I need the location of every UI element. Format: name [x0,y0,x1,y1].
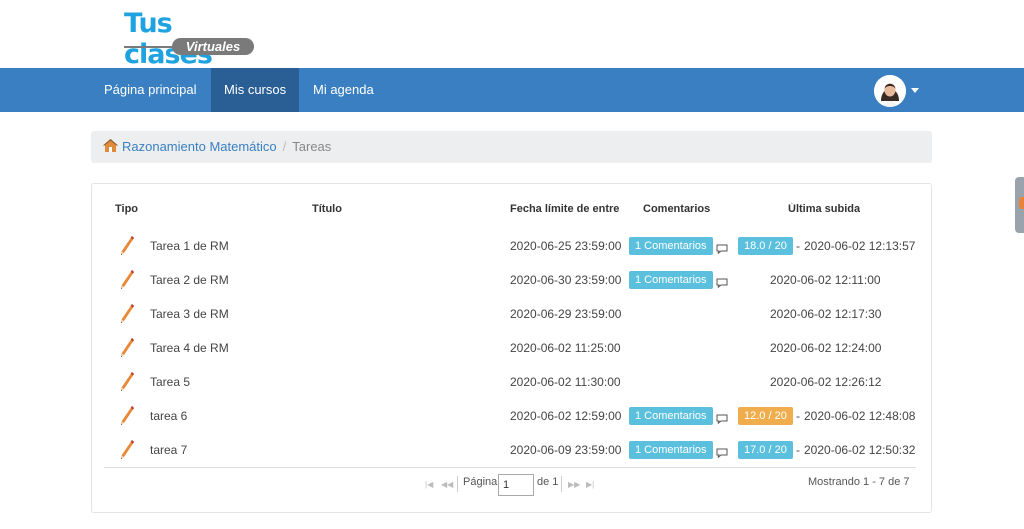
grade-separator: - [796,409,800,423]
pager-page-label: Página [463,476,498,488]
breadcrumb-course-link[interactable]: Razonamiento Matemático [122,139,277,154]
speech-bubble-icon[interactable] [716,241,728,254]
nav-item-pagina-principal[interactable]: Página principal [91,68,210,112]
home-icon[interactable] [103,132,118,164]
grade-badge: 18.0 / 20 [738,237,793,255]
logo-subtitle: Virtuales [172,38,254,55]
breadcrumb-separator: / [282,139,287,154]
pager-divider [104,467,916,468]
speech-bubble-icon[interactable] [716,411,728,424]
task-deadline: 2020-06-02 12:59:00 [510,409,622,423]
table-row[interactable]: Tarea 2 de RM 2020-06-30 23:59:00 1 Coment… [104,263,916,297]
pencil-icon [120,304,134,324]
pencil-icon [120,338,134,358]
table-row[interactable]: Tarea 3 de RM 2020-06-29 23:59:00 2020-06-… [104,297,916,331]
task-deadline: 2020-06-29 23:59:00 [510,307,622,321]
nav-item-mi-agenda[interactable]: Mi agenda [300,68,387,112]
side-panel-icon [1019,197,1024,209]
comments-badge[interactable]: 1 Comentarios [629,237,713,255]
task-title[interactable]: tarea 6 [150,409,187,423]
task-deadline: 2020-06-30 23:59:00 [510,273,622,287]
pencil-icon [120,372,134,392]
page-number-input[interactable] [498,474,534,496]
table-row[interactable]: Tarea 5 2020-06-02 11:30:00 2020-06-02 12:… [104,365,916,399]
side-panel-toggle[interactable] [1015,177,1024,233]
table-row[interactable]: tarea 6 2020-06-02 12:59:00 1 Comentarios 1… [104,399,916,433]
pencil-icon [120,236,134,256]
column-header-ultima-subida[interactable]: Última subida [788,203,860,215]
last-upload-date: 2020-06-02 12:24:00 [770,341,882,355]
column-header-comentarios[interactable]: Comentarios [643,203,710,215]
task-deadline: 2020-06-02 11:30:00 [510,375,621,389]
pager-separator [457,476,458,492]
grade-badge: 17.0 / 20 [738,441,793,459]
comments-badge[interactable]: 1 Comentarios [629,441,713,459]
column-header-tipo[interactable]: Tipo [115,203,138,215]
comments-badge[interactable]: 1 Comentarios [629,407,713,425]
avatar-image [874,75,906,107]
table-row[interactable]: Tarea 4 de RM 2020-06-02 11:25:00 2020-06-… [104,331,916,365]
column-header-fecha[interactable]: Fecha límite de entre [510,203,620,215]
pager-of-label: de 1 [537,476,559,488]
user-menu-caret-icon[interactable] [911,88,919,93]
task-title[interactable]: Tarea 2 de RM [150,273,229,287]
grade-badge: 12.0 / 20 [738,407,793,425]
task-deadline: 2020-06-25 23:59:00 [510,239,622,253]
grade-separator: - [796,239,800,253]
table-row[interactable]: tarea 7 2020-06-09 23:59:00 1 Comentarios 1… [104,433,916,467]
first-page-icon[interactable]: |◀ [425,480,433,489]
nav-item-mis-cursos[interactable]: Mis cursos [211,68,300,112]
site-logo[interactable]: Tus clases Virtuales [122,8,262,70]
last-upload-date: 2020-06-02 12:17:30 [770,307,882,321]
task-title[interactable]: Tarea 5 [150,375,190,389]
last-upload-date: 2020-06-02 12:11:00 [770,273,881,287]
table-row[interactable]: Tarea 1 de RM 2020-06-25 23:59:00 1 Coment… [104,229,916,263]
pager-showing-text: Mostrando 1 - 7 de 7 [808,476,910,488]
comments-badge[interactable]: 1 Comentarios [629,271,713,289]
breadcrumb: Razonamiento Matemático / Tareas [91,131,932,163]
next-page-icon[interactable]: ▶▶ [568,480,580,489]
task-title[interactable]: Tarea 4 de RM [150,341,229,355]
task-deadline: 2020-06-09 23:59:00 [510,443,622,457]
last-page-icon[interactable]: ▶| [586,480,594,489]
breadcrumb-current: Tareas [292,139,332,154]
speech-bubble-icon[interactable] [716,275,728,288]
task-title[interactable]: Tarea 1 de RM [150,239,229,253]
grade-separator: - [796,443,800,457]
pencil-icon [120,406,134,426]
task-title[interactable]: tarea 7 [150,443,187,457]
pencil-icon [120,270,134,290]
last-upload-date: 2020-06-02 12:26:12 [770,375,882,389]
user-avatar[interactable] [874,75,906,107]
task-deadline: 2020-06-02 11:25:00 [510,341,621,355]
last-upload-date: 2020-06-02 12:13:57 [804,239,916,253]
last-upload-date: 2020-06-02 12:50:32 [804,443,916,457]
speech-bubble-icon[interactable] [716,445,728,458]
pencil-icon [120,440,134,460]
prev-page-icon[interactable]: ◀◀ [441,480,453,489]
last-upload-date: 2020-06-02 12:48:08 [804,409,916,423]
column-header-titulo[interactable]: Título [312,203,342,215]
top-navbar: Página principal Mis cursos Mi agenda [0,68,1024,112]
pager-separator [561,476,562,492]
task-title[interactable]: Tarea 3 de RM [150,307,229,321]
